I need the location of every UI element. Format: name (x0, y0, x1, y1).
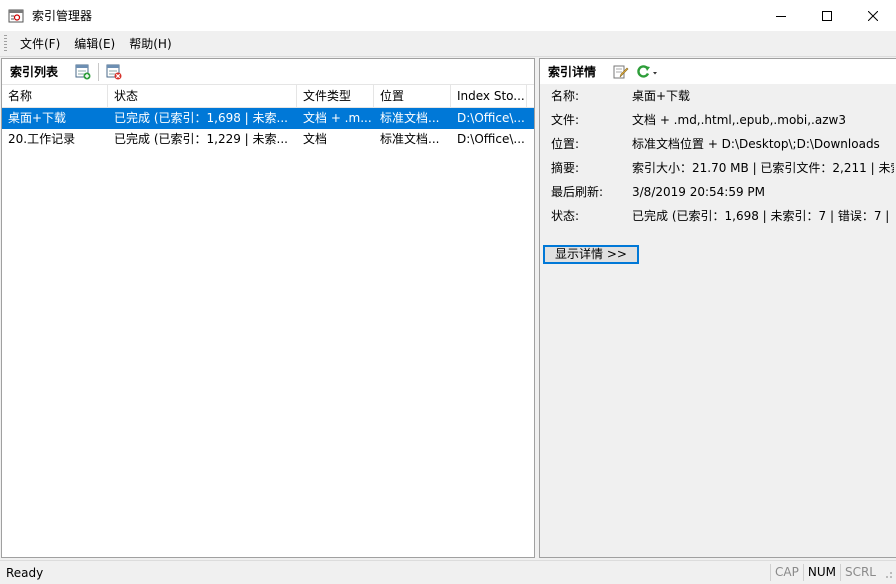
cell-name: 桌面+下载 (8, 111, 67, 125)
detail-last-refresh-row: 最后刷新: 3/8/2019 20:54:59 PM (540, 180, 896, 204)
detail-value: 文档 + .md,.html,.epub,.mobi,.azw3 (632, 113, 846, 127)
cell-status: 已完成 (已索引：1,698 | 未索... (114, 111, 288, 125)
detail-label: 状态: (551, 209, 580, 223)
detail-label: 文件: (551, 113, 580, 127)
menu-file[interactable]: 文件(F) (13, 34, 67, 54)
minimize-icon (776, 15, 786, 17)
index-details-pane: 索引详情 名称: 桌面+下载 文件: 文档 + .md,.html,.epub,… (539, 58, 896, 558)
index-manager-app-icon (8, 9, 24, 22)
minimize-button[interactable] (758, 0, 804, 31)
remove-index-icon (106, 64, 122, 79)
refresh-button[interactable] (634, 63, 660, 81)
maximize-button[interactable] (804, 0, 850, 31)
refresh-icon (637, 64, 658, 78)
cell-index-store: D:\Office\... (457, 111, 525, 125)
index-list-title: 索引列表 (10, 65, 59, 79)
add-index-button[interactable] (74, 63, 92, 81)
index-list-toolbar: 索引列表 (2, 59, 534, 84)
cell-location: 标准文档... (380, 132, 440, 146)
close-button[interactable] (850, 0, 896, 31)
column-header-location[interactable]: 位置 (374, 85, 451, 107)
index-details-title: 索引详情 (548, 65, 597, 79)
status-bar: Ready CAP NUM SCRL (0, 560, 896, 584)
add-index-icon (75, 64, 91, 79)
num-lock-indicator: NUM (802, 564, 840, 581)
cell-file-type: 文档 + .m... (303, 111, 372, 125)
detail-label: 摘要: (551, 161, 580, 175)
detail-name-row: 名称: 桌面+下载 (540, 84, 896, 108)
menu-help[interactable]: 帮助(H) (122, 34, 178, 54)
menu-grip (4, 35, 7, 52)
cell-index-store: D:\Office\... (457, 132, 525, 146)
title-bar: 索引管理器 (0, 0, 896, 31)
column-header-file-type[interactable]: 文件类型 (297, 85, 374, 107)
detail-value: 标准文档位置 + D:\Desktop\;D:\Downloads (632, 137, 880, 151)
status-text: Ready (6, 565, 44, 580)
detail-value: 3/8/2019 20:54:59 PM (632, 185, 766, 199)
scroll-lock-indicator: SCRL (839, 564, 880, 581)
cell-file-type: 文档 (303, 132, 328, 146)
detail-label: 位置: (551, 137, 580, 151)
menu-edit[interactable]: 编辑(E) (67, 34, 122, 54)
detail-location-row: 位置: 标准文档位置 + D:\Desktop\;D:\Downloads (540, 132, 896, 156)
detail-label: 名称: (551, 89, 580, 103)
cell-name: 20.工作记录 (8, 132, 76, 146)
edit-index-button[interactable] (612, 63, 630, 81)
toolbar-separator (98, 62, 100, 81)
detail-value: 已完成 (已索引：1,698 | 未索引：7 | 错误：7 | (632, 209, 890, 223)
cell-location: 标准文档... (380, 111, 440, 125)
menu-bar: 文件(F) 编辑(E) 帮助(H) (0, 31, 896, 57)
cell-status: 已完成 (已索引：1,229 | 未索... (114, 132, 288, 146)
index-details-toolbar: 索引详情 (540, 59, 896, 84)
maximize-icon (822, 10, 832, 21)
index-list-pane: 索引列表 名称 状态 文件类型 位置 Index Sto... 桌面+下载 已完… (1, 58, 535, 558)
table-row[interactable]: 20.工作记录 已完成 (已索引：1,229 | 未索... 文档 标准文档..… (2, 129, 534, 150)
detail-summary-row: 摘要: 索引大小：21.70 MB | 已索引文件：2,211 | 未索 (540, 156, 896, 180)
close-icon (868, 10, 878, 21)
detail-value: 索引大小：21.70 MB | 已索引文件：2,211 | 未索 (632, 161, 894, 175)
detail-value: 桌面+下载 (632, 89, 691, 103)
remove-index-button[interactable] (105, 63, 123, 81)
resize-grip-icon[interactable] (880, 566, 894, 580)
table-row[interactable]: 桌面+下载 已完成 (已索引：1,698 | 未索... 文档 + .m... … (2, 108, 534, 129)
index-table-header: 名称 状态 文件类型 位置 Index Sto... (2, 84, 534, 108)
detail-status-row: 状态: 已完成 (已索引：1,698 | 未索引：7 | 错误：7 | (540, 204, 896, 228)
column-header-status[interactable]: 状态 (108, 85, 297, 107)
window-title: 索引管理器 (32, 9, 93, 23)
detail-label: 最后刷新: (551, 185, 604, 199)
caps-lock-indicator: CAP (770, 564, 803, 581)
column-header-name[interactable]: 名称 (2, 85, 108, 107)
column-header-index-store[interactable]: Index Sto... (451, 85, 527, 107)
edit-pencil-icon (613, 65, 629, 78)
detail-files-row: 文件: 文档 + .md,.html,.epub,.mobi,.azw3 (540, 108, 896, 132)
show-details-button[interactable]: 显示详情 >> (543, 245, 639, 264)
